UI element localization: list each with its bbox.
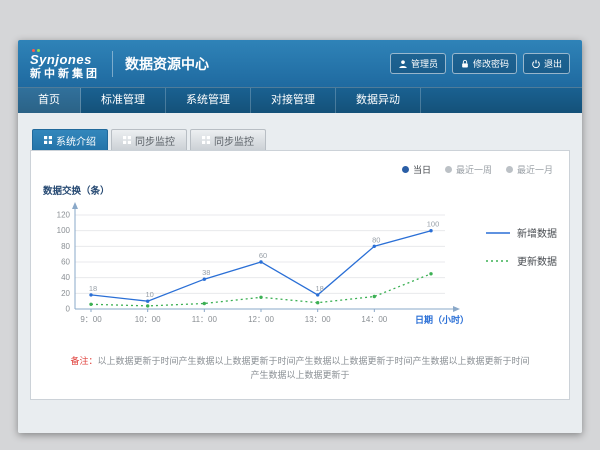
logout-button-label: 退出 — [544, 57, 562, 70]
footnote-text: 以上数据更新于时间产生数据以上数据更新于时间产生数据以上数据更新于时间产生数据以… — [98, 356, 530, 380]
tab-label: 同步监控 — [214, 133, 254, 148]
svg-text:11：00: 11：00 — [192, 315, 218, 324]
svg-text:12：00: 12：00 — [248, 315, 274, 324]
change-password-button-label: 修改密码 — [473, 57, 509, 70]
legend-series-label: 新增数据 — [517, 225, 557, 240]
chart-plot-container: 数据交换（条） 0 20 40 60 80 100 120 9：00 10：00 11：00 12：… — [41, 183, 473, 339]
svg-text:13：00: 13：00 — [305, 315, 331, 324]
logo-company: 新中新集团 — [30, 69, 100, 80]
main-nav: 首页 标准管理 系统管理 对接管理 数据异动 — [18, 87, 582, 113]
svg-text:120: 120 — [57, 211, 71, 220]
admin-button-label: 管理员 — [411, 57, 438, 70]
legend-item-series-1[interactable]: 更新数据 — [485, 253, 559, 268]
chart-svg: 0 20 40 60 80 100 120 9：00 10：00 11：00 12：00 13：00 1… — [41, 199, 473, 339]
svg-text:20: 20 — [61, 289, 70, 298]
power-icon — [531, 59, 541, 69]
tab-sync-monitor-2[interactable]: 同步监控 — [190, 129, 266, 150]
filter-label: 当日 — [413, 163, 431, 176]
logout-button[interactable]: 退出 — [523, 53, 570, 74]
filter-today[interactable]: 当日 — [402, 163, 431, 176]
filter-last-week[interactable]: 最近一周 — [445, 163, 492, 176]
svg-text:日期（小时）: 日期（小时） — [415, 314, 469, 325]
change-password-button[interactable]: 修改密码 — [452, 53, 517, 74]
user-icon — [398, 59, 408, 69]
tab-label: 同步监控 — [135, 133, 175, 148]
legend-item-series-0[interactable]: 新增数据 — [485, 225, 559, 240]
filter-last-month[interactable]: 最近一月 — [506, 163, 553, 176]
chart-panel: 当日 最近一周 最近一月 数据交换（条） 0 20 40 60 80 100 120 9：00… — [30, 150, 570, 400]
grid-icon — [44, 136, 52, 144]
period-filters: 当日 最近一周 最近一月 — [402, 163, 553, 176]
logo-dots-icon — [32, 49, 40, 52]
tab-bar: 系统介绍 同步监控 同步监控 — [30, 129, 570, 150]
grid-icon — [202, 136, 210, 144]
chart-series-legend: 新增数据更新数据 — [473, 183, 559, 339]
svg-text:0: 0 — [66, 305, 71, 314]
top-header: Synjones 新中新集团 数据资源中心 管理员 修改密码 — [18, 40, 582, 87]
svg-text:60: 60 — [61, 258, 70, 267]
admin-button[interactable]: 管理员 — [390, 53, 446, 74]
svg-text:40: 40 — [61, 273, 70, 282]
svg-text:18: 18 — [89, 284, 97, 293]
logo-dot-red-icon — [32, 49, 35, 52]
filter-dot-icon — [506, 166, 513, 173]
logo-dot-green-icon — [37, 49, 40, 52]
page-title: 数据资源中心 — [125, 54, 209, 74]
svg-text:100: 100 — [57, 226, 71, 235]
app-window: Synjones 新中新集团 数据资源中心 管理员 修改密码 — [18, 40, 582, 433]
tab-sync-monitor-1[interactable]: 同步监控 — [111, 129, 187, 150]
legend-line-icon — [485, 257, 511, 265]
header-divider — [112, 51, 113, 77]
footnote-label: 备注： — [70, 356, 97, 366]
logo-brand: Synjones — [30, 53, 100, 66]
svg-text:60: 60 — [259, 251, 267, 260]
filter-dot-icon — [402, 166, 409, 173]
nav-item-interface-mgmt[interactable]: 对接管理 — [251, 88, 336, 113]
nav-item-data-change[interactable]: 数据异动 — [336, 88, 421, 113]
lock-icon — [460, 59, 470, 69]
svg-text:18: 18 — [316, 284, 324, 293]
filter-label: 最近一周 — [456, 163, 492, 176]
svg-text:80: 80 — [372, 235, 380, 244]
svg-text:100: 100 — [427, 220, 440, 229]
nav-item-home[interactable]: 首页 — [18, 88, 81, 113]
svg-text:9：00: 9：00 — [80, 315, 102, 324]
grid-icon — [123, 136, 131, 144]
filter-label: 最近一月 — [517, 163, 553, 176]
legend-series-label: 更新数据 — [517, 253, 557, 268]
svg-text:10: 10 — [146, 290, 154, 299]
filter-dot-icon — [445, 166, 452, 173]
svg-text:10：00: 10：00 — [135, 315, 161, 324]
svg-text:38: 38 — [202, 268, 210, 277]
main-content: 系统介绍 同步监控 同步监控 当日 — [18, 113, 582, 433]
tab-label: 系统介绍 — [56, 133, 96, 148]
logo[interactable]: Synjones 新中新集团 — [30, 47, 100, 80]
chart-y-axis-title: 数据交换（条） — [43, 183, 473, 197]
tab-system-intro[interactable]: 系统介绍 — [32, 129, 108, 150]
footnote: 备注：以上数据更新于时间产生数据以上数据更新于时间产生数据以上数据更新于时间产生… — [41, 355, 559, 382]
svg-text:14：00: 14：00 — [361, 315, 387, 324]
nav-item-standard-mgmt[interactable]: 标准管理 — [81, 88, 166, 113]
chart-area: 数据交换（条） 0 20 40 60 80 100 120 9：00 10：00 11：00 12：… — [41, 183, 559, 339]
svg-text:80: 80 — [61, 242, 70, 251]
header-actions: 管理员 修改密码 退出 — [390, 53, 570, 74]
legend-line-icon — [485, 229, 511, 237]
nav-item-system-mgmt[interactable]: 系统管理 — [166, 88, 251, 113]
